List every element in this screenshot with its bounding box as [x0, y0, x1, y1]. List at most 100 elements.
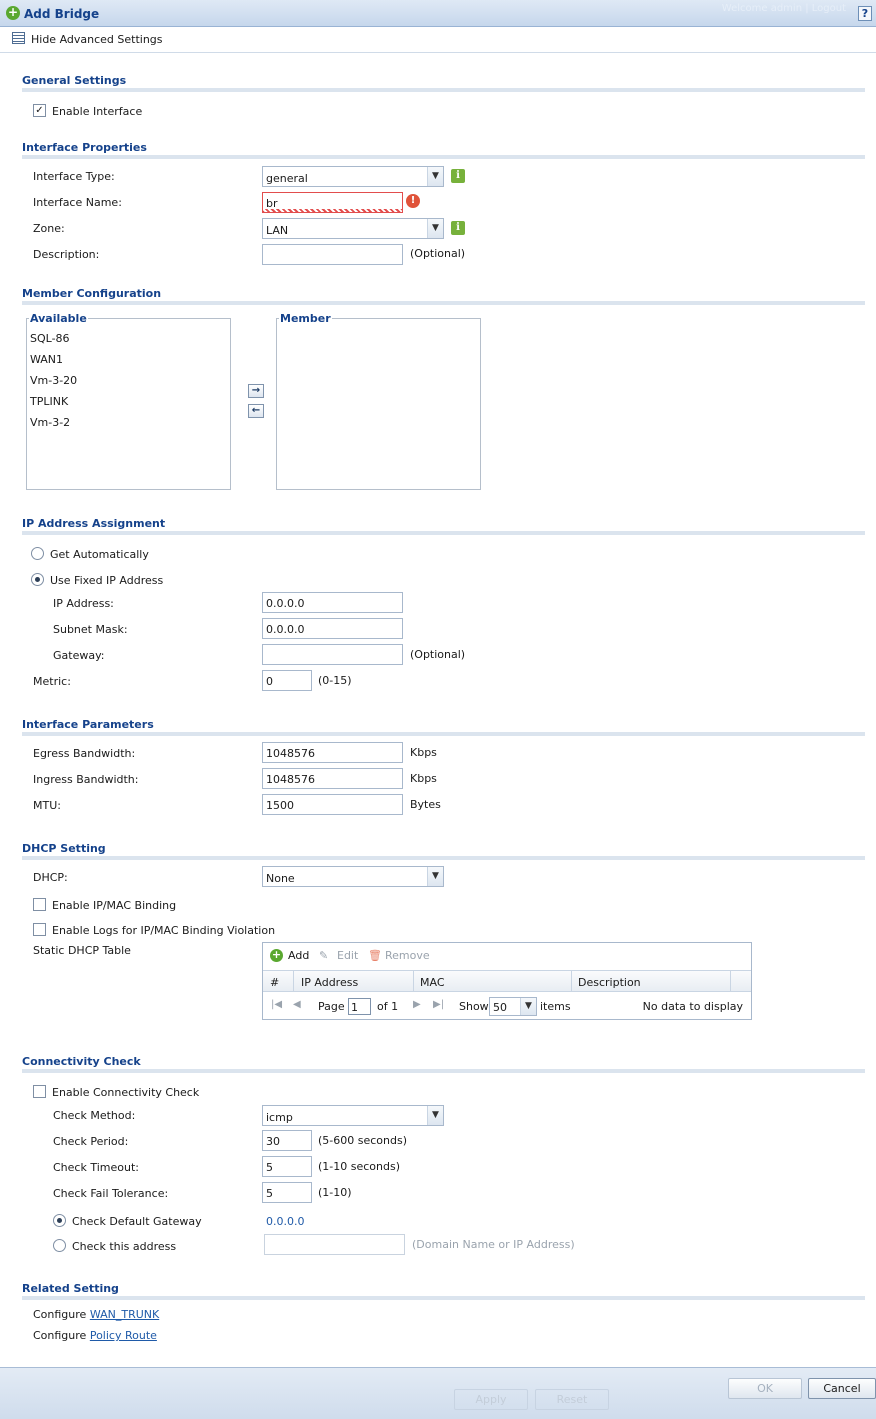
check-fail-tolerance-input[interactable]: 5	[262, 1182, 312, 1203]
help-button[interactable]: ?	[858, 6, 872, 21]
description-label: Description:	[33, 248, 100, 261]
check-fail-tolerance-label: Check Fail Tolerance:	[53, 1187, 169, 1200]
ingress-bandwidth-input[interactable]: 1048576	[262, 768, 403, 789]
list-item[interactable]: Vm-3-2	[30, 416, 70, 429]
page-size-value: 50	[493, 1001, 507, 1014]
gateway-label: Gateway:	[53, 649, 105, 662]
check-address-input[interactable]	[264, 1234, 405, 1255]
check-this-address-label: Check this address	[72, 1240, 177, 1253]
enable-interface-checkbox[interactable]: ✓	[33, 104, 46, 117]
wan-trunk-link[interactable]: WAN_TRUNK	[90, 1308, 159, 1321]
available-list[interactable]: Available SQL-86 WAN1 Vm-3-20 TPLINK Vm-…	[26, 312, 231, 490]
chevron-down-icon[interactable]: ▼	[427, 867, 443, 886]
info-icon[interactable]: i	[451, 221, 465, 235]
table-header: # IP Address MAC Description	[263, 970, 751, 992]
policy-route-link[interactable]: Policy Route	[90, 1329, 157, 1342]
cancel-button[interactable]: Cancel	[808, 1378, 876, 1399]
chevron-down-icon[interactable]: ▼	[520, 998, 536, 1015]
check-period-input[interactable]: 30	[262, 1130, 312, 1151]
check-method-select[interactable]: icmp ▼	[262, 1105, 444, 1126]
zone-value: LAN	[266, 224, 289, 237]
error-underline	[262, 209, 402, 212]
check-method-value: icmp	[266, 1111, 293, 1124]
static-dhcp-table: + Add ✎ Edit 🗑 Remove # IP Address MAC D…	[262, 942, 752, 1020]
edit-icon: ✎	[319, 949, 329, 962]
enable-ip-mac-binding-label: Enable IP/MAC Binding	[52, 899, 177, 912]
check-this-address-radio[interactable]	[53, 1239, 66, 1252]
first-page-icon[interactable]: |◀	[271, 999, 282, 1010]
metric-label: Metric:	[33, 675, 71, 688]
column-header-description[interactable]: Description	[578, 976, 641, 989]
mtu-input[interactable]: 1500	[262, 794, 403, 815]
error-icon[interactable]: !	[406, 194, 420, 208]
list-item[interactable]: SQL-86	[30, 332, 70, 345]
move-left-button[interactable]: ←	[248, 404, 264, 418]
enable-interface-label: Enable Interface	[52, 105, 143, 118]
add-button[interactable]: Add	[288, 949, 309, 962]
enable-ip-mac-binding-checkbox[interactable]	[33, 898, 46, 911]
ip-address-input[interactable]: 0.0.0.0	[262, 592, 403, 613]
trash-icon: 🗑	[368, 949, 382, 962]
subnet-mask-label: Subnet Mask:	[53, 623, 128, 636]
check-timeout-hint: (1-10 seconds)	[318, 1160, 401, 1173]
chevron-down-icon[interactable]: ▼	[427, 167, 443, 186]
page-input[interactable]: 1	[348, 998, 371, 1015]
chevron-down-icon[interactable]: ▼	[427, 219, 443, 238]
section-divider	[22, 732, 865, 736]
enable-logs-checkbox[interactable]	[33, 923, 46, 936]
column-header-mac[interactable]: MAC	[420, 976, 445, 989]
subnet-mask-input[interactable]: 0.0.0.0	[262, 618, 403, 639]
interface-type-select[interactable]: general ▼	[262, 166, 444, 187]
dialog-title: Add Bridge	[24, 7, 100, 21]
section-divider	[22, 88, 865, 92]
section-related-setting: Related Setting	[22, 1282, 119, 1295]
dhcp-select[interactable]: None ▼	[262, 866, 444, 887]
member-list[interactable]: Member	[276, 312, 481, 490]
edit-button[interactable]: Edit	[337, 949, 358, 962]
last-page-icon[interactable]: ▶|	[433, 999, 444, 1010]
ingress-bandwidth-label: Ingress Bandwidth:	[33, 773, 139, 786]
page-size-select[interactable]: 50 ▼	[489, 997, 537, 1016]
remove-button[interactable]: Remove	[385, 949, 430, 962]
next-page-icon[interactable]: ▶	[413, 999, 421, 1010]
list-item[interactable]: Vm-3-20	[30, 374, 77, 387]
gateway-input[interactable]	[262, 644, 403, 665]
egress-unit: Kbps	[410, 746, 437, 759]
check-timeout-input[interactable]: 5	[262, 1156, 312, 1177]
metric-input[interactable]: 0	[262, 670, 312, 691]
interface-type-value: general	[266, 172, 308, 185]
enable-connectivity-check-checkbox[interactable]	[33, 1085, 46, 1098]
list-icon	[12, 32, 25, 44]
column-divider	[413, 971, 414, 991]
list-item[interactable]: TPLINK	[30, 395, 68, 408]
ok-button[interactable]: OK	[728, 1378, 802, 1399]
column-divider	[571, 971, 572, 991]
hide-advanced-settings-button[interactable]: Hide Advanced Settings	[31, 33, 163, 46]
description-input[interactable]	[262, 244, 403, 265]
check-default-gateway-label: Check Default Gateway	[72, 1215, 202, 1228]
check-default-gateway-radio[interactable]	[53, 1214, 66, 1227]
section-general-settings: General Settings	[22, 74, 127, 87]
prev-page-icon[interactable]: ◀	[293, 999, 301, 1010]
column-divider	[293, 971, 294, 991]
column-header-ip-address[interactable]: IP Address	[301, 976, 358, 989]
apply-button[interactable]: Apply	[454, 1389, 528, 1410]
section-divider	[22, 155, 865, 159]
add-icon[interactable]: +	[270, 949, 283, 962]
page-label: Page	[318, 1000, 345, 1013]
dialog-titlebar: + Add Bridge Welcome admin | Logout ?	[0, 0, 876, 27]
zone-select[interactable]: LAN ▼	[262, 218, 444, 239]
reset-button[interactable]: Reset	[535, 1389, 609, 1410]
section-ip-address-assignment: IP Address Assignment	[22, 517, 166, 530]
check-address-hint: (Domain Name or IP Address)	[412, 1238, 575, 1251]
column-header-number[interactable]: #	[270, 976, 279, 989]
egress-bandwidth-label: Egress Bandwidth:	[33, 747, 136, 760]
egress-bandwidth-input[interactable]: 1048576	[262, 742, 403, 763]
chevron-down-icon[interactable]: ▼	[427, 1106, 443, 1125]
move-right-button[interactable]: →	[248, 384, 264, 398]
info-icon[interactable]: i	[451, 169, 465, 183]
configure-label: Configure	[33, 1308, 87, 1321]
get-automatically-radio[interactable]	[31, 547, 44, 560]
list-item[interactable]: WAN1	[30, 353, 63, 366]
use-fixed-ip-radio[interactable]	[31, 573, 44, 586]
